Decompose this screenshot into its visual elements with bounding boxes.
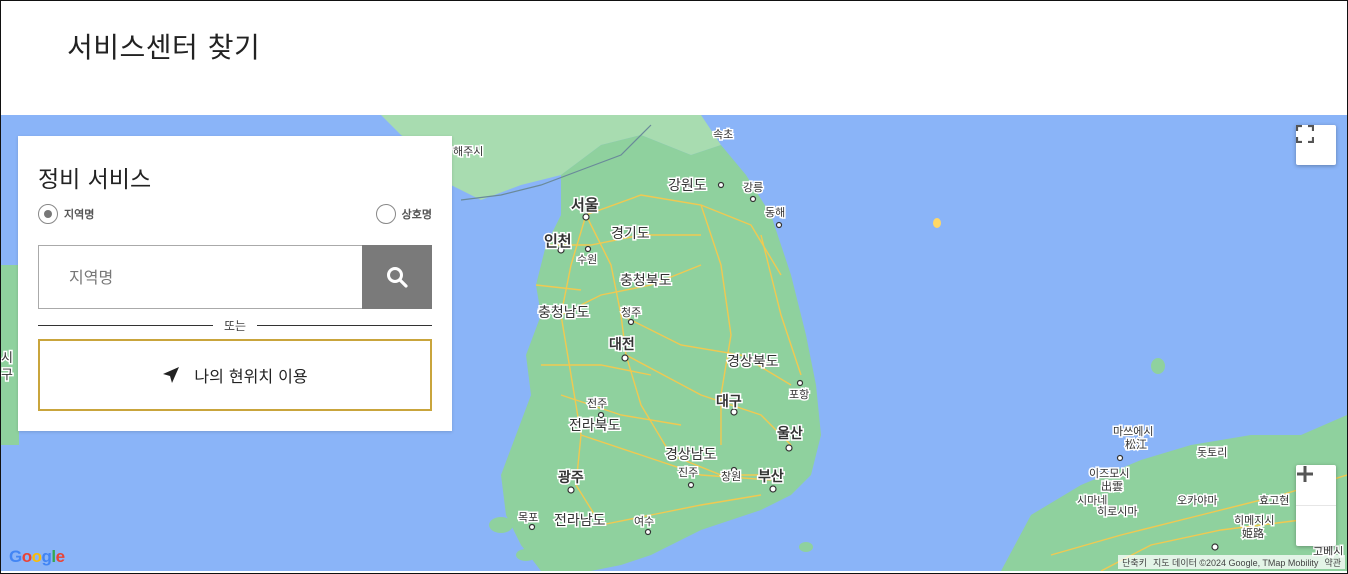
map-label-chungbuk: 충청북도 <box>620 273 672 289</box>
map-label-jeonnam: 전라남도 <box>554 513 606 529</box>
map-label-izumo-jp: 出雲 <box>1101 479 1123 493</box>
map-label-himeji-kr: 히메지시 <box>1234 513 1274 527</box>
map-label-cheongju: 청주 <box>621 306 641 319</box>
region-search-input[interactable] <box>38 245 362 309</box>
page-title: 서비스센터 찾기 <box>67 31 261 64</box>
map-label-matsue-kr: 마쓰에시 <box>1113 425 1153 438</box>
radio-region-label: 지역명 <box>64 208 95 221</box>
map-label-daegu: 대구 <box>716 394 742 410</box>
map-label-yeosu: 여수 <box>634 515 654 528</box>
map-label-donghae: 동해 <box>765 205 785 219</box>
map-label-seoul: 서울 <box>571 196 599 214</box>
google-logo[interactable]: Google <box>9 547 65 567</box>
radio-shop-indicator[interactable] <box>375 204 396 224</box>
map-label-sokcho: 속초 <box>713 128 733 141</box>
terms-link[interactable]: 약관 <box>1324 556 1341 569</box>
map-label-himeji-jp: 姫路 <box>1242 526 1264 540</box>
map-label-jeonbuk: 전라북도 <box>569 418 621 434</box>
zoom-control <box>1296 465 1336 546</box>
map-label-daejeon: 대전 <box>609 336 635 353</box>
map-label-hyogo: 효고현 <box>1259 494 1289 507</box>
map-label-incheon: 인천 <box>544 232 572 250</box>
minus-icon <box>1297 472 1313 476</box>
map-label-chungnam: 충청남도 <box>538 305 590 321</box>
map-label-gyeonggi: 경기도 <box>611 226 650 242</box>
service-search-panel: 정비 서비스 지역명 상호명 또는 나의 현위치 이용 <box>18 136 452 431</box>
map-label-ulsan: 울산 <box>777 425 803 442</box>
navigation-arrow-icon <box>163 367 180 383</box>
map-label-matsue-jp: 松江 <box>1125 437 1147 451</box>
fullscreen-button[interactable] <box>1296 125 1336 165</box>
map-label-pohang: 포항 <box>789 388 809 401</box>
map-label-jinju: 진주 <box>678 466 698 479</box>
map-label-gyeongnam: 경상남도 <box>665 447 717 463</box>
search-icon <box>387 267 408 288</box>
use-my-location-label: 나의 현위치 이용 <box>194 367 308 386</box>
map-label-jeonju: 전주 <box>587 397 607 410</box>
map-label-gyeongbuk: 경상북도 <box>727 354 779 370</box>
search-button[interactable] <box>362 245 432 309</box>
zoom-out-button[interactable] <box>1296 472 1336 546</box>
map-label-left-edge-1: 시 <box>1 351 13 366</box>
map-label-tottori: 돗토리 <box>1197 446 1227 459</box>
use-my-location-button[interactable]: 나의 현위치 이용 <box>38 339 432 411</box>
map-data-credit: 지도 데이터 ©2024 Google, TMap Mobility <box>1153 557 1319 568</box>
panel-title: 정비 서비스 <box>38 167 152 193</box>
map-label-okayama: 오카야마 <box>1177 494 1217 507</box>
fullscreen-icon <box>1296 125 1314 143</box>
map-attribution: 단축키 지도 데이터 ©2024 Google, TMap Mobility 약… <box>1118 555 1345 569</box>
divider-line-right <box>257 325 432 326</box>
map-label-left-edge-2: 구 <box>1 368 13 383</box>
shortcuts-link[interactable]: 단축키 <box>1122 556 1147 569</box>
map-label-izumo-kr: 이즈모시 <box>1089 467 1129 480</box>
map-label-busan: 부산 <box>758 468 784 485</box>
map-label-gwangju: 광주 <box>558 469 584 486</box>
map-label-gangneung: 강릉 <box>743 181 763 194</box>
map-label-suwon: 수원 <box>577 253 597 266</box>
radio-region-indicator[interactable] <box>38 204 58 224</box>
map-label-gangwon: 강원도 <box>668 178 707 194</box>
radio-shop-label: 상호명 <box>401 208 432 221</box>
radio-region[interactable]: 지역명 <box>38 204 94 224</box>
map-label-haeju: 해주시 <box>453 144 483 158</box>
map-label-hiroshima: 히로시마 <box>1097 504 1137 518</box>
map-label-changwon: 창원 <box>721 470 741 483</box>
or-divider: 또는 <box>38 317 432 333</box>
radio-shop[interactable]: 상호명 <box>375 204 432 224</box>
map-label-mokpo: 목포 <box>518 511 538 524</box>
